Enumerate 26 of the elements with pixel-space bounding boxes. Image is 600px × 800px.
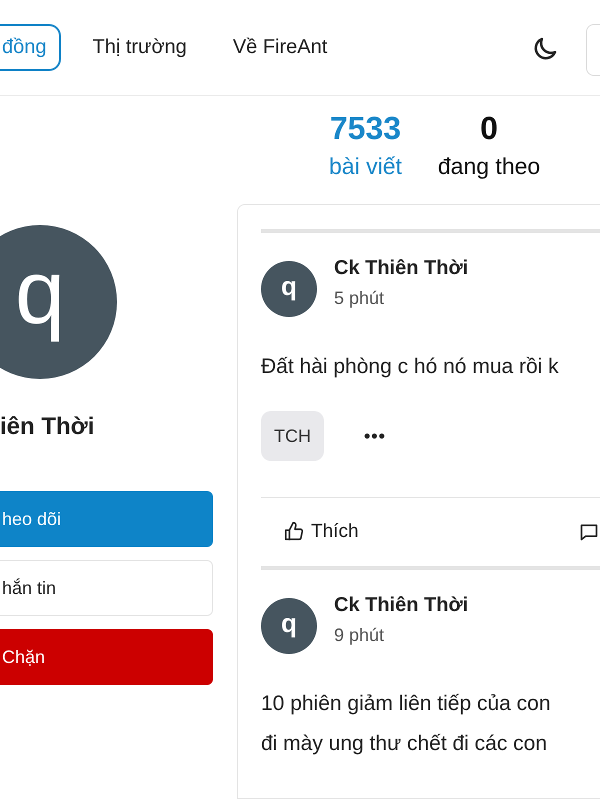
stat-value: 0 [480, 110, 498, 147]
nav-tab[interactable]: Về FireAnt [232, 36, 328, 59]
nav-tab[interactable]: đồng [0, 24, 60, 71]
more-button[interactable]: ••• [364, 426, 386, 446]
stat-label: bài viết [329, 153, 402, 180]
author-name[interactable]: Ck Thiên Thời [334, 594, 468, 617]
post-time: 9 phút [334, 625, 386, 646]
post-text: đi mày ung thư chết đi các con [261, 731, 548, 757]
author-avatar[interactable]: q [261, 261, 317, 317]
post-time: 5 phút [334, 288, 386, 309]
stat-value: 7533 [330, 110, 402, 147]
block-button[interactable]: Chặn [0, 629, 213, 685]
message-button[interactable]: hắn tin [0, 560, 213, 616]
like-button[interactable]: Thích [261, 521, 359, 543]
post-text: 10 phiên giảm liên tiếp của con [261, 691, 552, 717]
author-avatar[interactable]: q [261, 598, 317, 654]
profile-avatar: q [0, 225, 117, 379]
nav-tab[interactable]: Thị trường [92, 36, 187, 59]
follow-button[interactable]: heo dõi [0, 491, 213, 547]
author-name[interactable]: Ck Thiên Thời [334, 257, 468, 280]
post-text: Đất hài phòng c hó nó mua rồi k [261, 354, 560, 380]
stat-label: đang theo [438, 153, 540, 180]
profile-name: iên Thời [0, 413, 96, 441]
stock-tag[interactable]: TCH [261, 411, 324, 461]
thumbs-up-icon [283, 521, 305, 543]
comment-icon[interactable] [579, 522, 599, 542]
